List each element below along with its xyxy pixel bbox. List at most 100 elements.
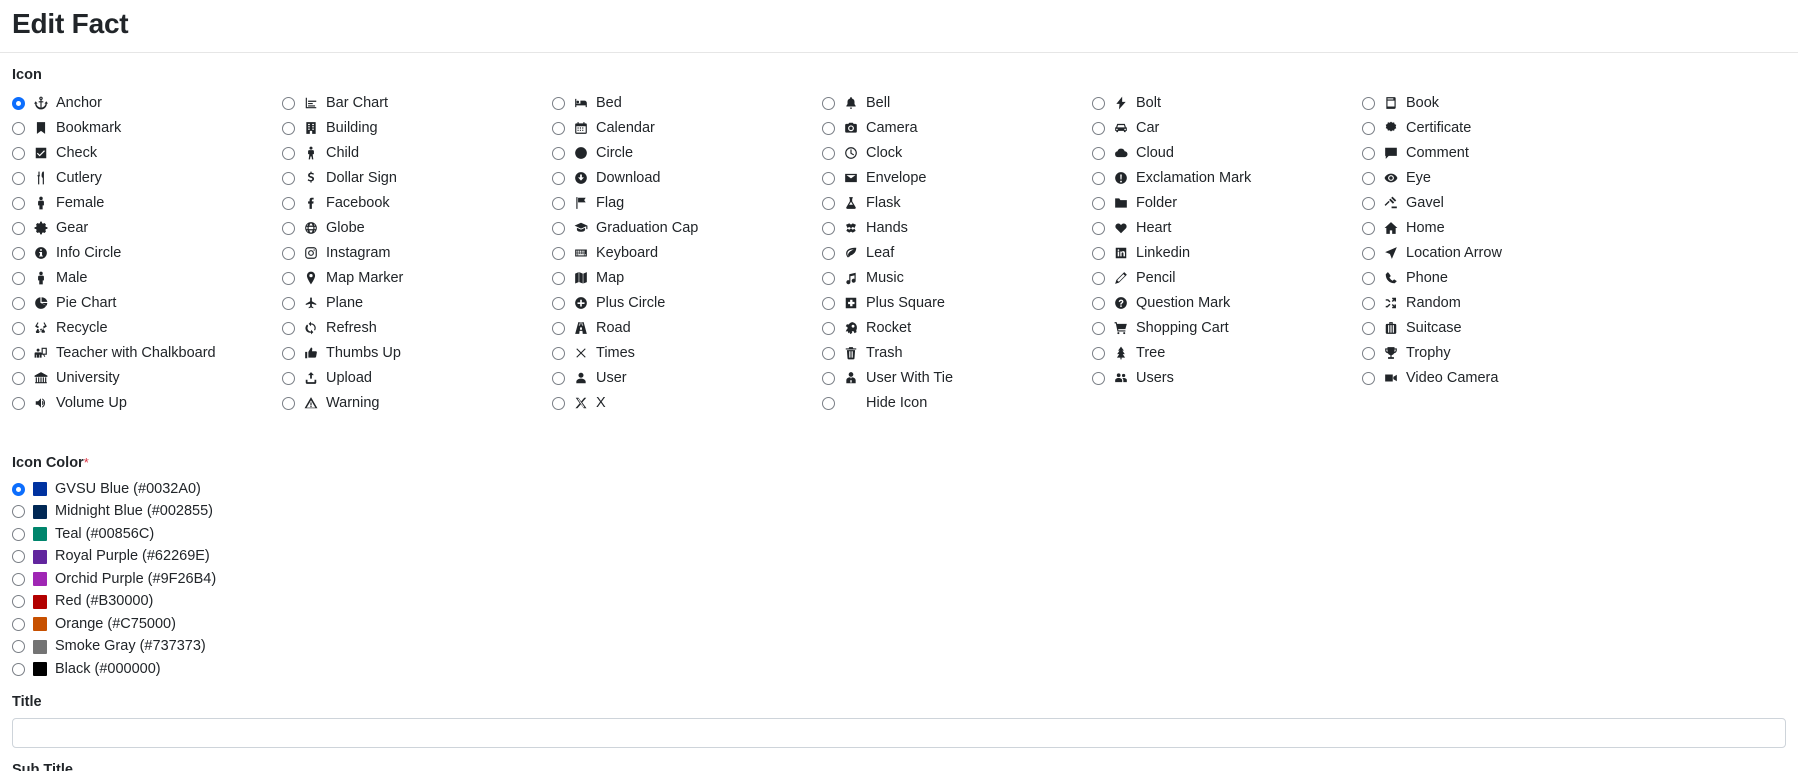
icon-color-option-row[interactable]: Royal Purple (#62269E) — [12, 545, 1786, 568]
icon-option-radio[interactable] — [822, 96, 835, 110]
icon-color-option-radio[interactable] — [12, 662, 25, 676]
icon-option-row[interactable]: Keyboard — [552, 241, 822, 266]
icon-option-radio[interactable] — [12, 396, 25, 410]
icon-option-radio[interactable] — [1092, 146, 1105, 160]
icon-option-radio[interactable] — [1362, 96, 1375, 110]
icon-option-radio[interactable] — [282, 371, 295, 385]
icon-option-row[interactable]: Dollar Sign — [282, 166, 552, 191]
icon-color-option-radio[interactable] — [12, 527, 25, 541]
icon-option-radio[interactable] — [822, 121, 835, 135]
icon-option-radio[interactable] — [282, 396, 295, 410]
icon-option-row[interactable]: Shopping Cart — [1092, 316, 1362, 341]
icon-option-radio[interactable] — [12, 121, 25, 135]
icon-option-row[interactable]: Plus Square — [822, 291, 1092, 316]
icon-option-row[interactable]: Globe — [282, 216, 552, 241]
icon-option-radio[interactable] — [1092, 196, 1105, 210]
icon-color-option-radio[interactable] — [12, 505, 25, 519]
icon-option-radio[interactable] — [1362, 171, 1375, 185]
icon-color-option-row[interactable]: Red (#B30000) — [12, 590, 1786, 613]
icon-option-radio[interactable] — [822, 196, 835, 210]
icon-option-row[interactable]: University — [12, 366, 282, 391]
icon-option-row[interactable]: Tree — [1092, 341, 1362, 366]
icon-color-option-radio[interactable] — [12, 595, 25, 609]
icon-option-radio[interactable] — [282, 271, 295, 285]
icon-option-row[interactable]: Plane — [282, 291, 552, 316]
icon-option-row[interactable]: Certificate — [1362, 116, 1632, 141]
icon-option-row[interactable]: Instagram — [282, 241, 552, 266]
icon-option-radio[interactable] — [282, 246, 295, 260]
icon-option-row[interactable]: Download — [552, 166, 822, 191]
icon-color-option-row[interactable]: GVSU Blue (#0032A0) — [12, 478, 1786, 501]
icon-option-row[interactable]: Male — [12, 266, 282, 291]
icon-option-radio[interactable] — [282, 346, 295, 360]
icon-color-option-radio[interactable] — [12, 640, 25, 654]
icon-option-row[interactable]: Random — [1362, 291, 1632, 316]
icon-option-row[interactable]: Map Marker — [282, 266, 552, 291]
icon-option-radio[interactable] — [282, 196, 295, 210]
icon-option-radio[interactable] — [1092, 346, 1105, 360]
icon-option-row[interactable]: Envelope — [822, 166, 1092, 191]
icon-option-row[interactable]: Road — [552, 316, 822, 341]
icon-option-row[interactable]: Check — [12, 141, 282, 166]
icon-option-row[interactable]: User — [552, 366, 822, 391]
icon-option-radio[interactable] — [1362, 271, 1375, 285]
icon-option-row[interactable]: Cloud — [1092, 141, 1362, 166]
icon-option-row[interactable]: Gear — [12, 216, 282, 241]
icon-option-row[interactable]: Cutlery — [12, 166, 282, 191]
icon-option-radio[interactable] — [1092, 96, 1105, 110]
icon-option-radio[interactable] — [1362, 371, 1375, 385]
icon-color-option-radio[interactable] — [12, 482, 25, 496]
icon-option-row[interactable]: Teacher with Chalkboard — [12, 341, 282, 366]
icon-option-radio[interactable] — [552, 246, 565, 260]
icon-option-row[interactable]: Upload — [282, 366, 552, 391]
icon-option-radio[interactable] — [552, 296, 565, 310]
icon-option-radio[interactable] — [1092, 271, 1105, 285]
icon-option-row[interactable]: Female — [12, 191, 282, 216]
icon-option-radio[interactable] — [1092, 246, 1105, 260]
icon-option-row[interactable]: Anchor — [12, 91, 282, 116]
icon-option-radio[interactable] — [552, 321, 565, 335]
icon-option-row[interactable]: Pie Chart — [12, 291, 282, 316]
icon-color-option-row[interactable]: Orchid Purple (#9F26B4) — [12, 568, 1786, 591]
icon-option-row[interactable]: X — [552, 391, 822, 416]
icon-option-row[interactable]: Gavel — [1362, 191, 1632, 216]
icon-option-radio[interactable] — [822, 371, 835, 385]
icon-option-row[interactable]: Refresh — [282, 316, 552, 341]
icon-option-row[interactable]: Bookmark — [12, 116, 282, 141]
icon-option-radio[interactable] — [1362, 146, 1375, 160]
icon-option-row[interactable]: Folder — [1092, 191, 1362, 216]
icon-option-row[interactable]: Flag — [552, 191, 822, 216]
icon-option-row[interactable]: Rocket — [822, 316, 1092, 341]
icon-option-radio[interactable] — [282, 96, 295, 110]
icon-option-radio[interactable] — [822, 321, 835, 335]
icon-option-radio[interactable] — [1092, 296, 1105, 310]
icon-option-row[interactable]: Warning — [282, 391, 552, 416]
icon-option-radio[interactable] — [1092, 121, 1105, 135]
icon-option-row[interactable]: Thumbs Up — [282, 341, 552, 366]
icon-option-radio[interactable] — [12, 296, 25, 310]
icon-option-row[interactable]: Bolt — [1092, 91, 1362, 116]
icon-option-row[interactable]: Eye — [1362, 166, 1632, 191]
icon-option-radio[interactable] — [12, 271, 25, 285]
icon-option-radio[interactable] — [1362, 296, 1375, 310]
icon-radio-group[interactable]: Anchor Bookmark Check Cutlery Female Gear Info… — [12, 91, 1786, 441]
icon-option-radio[interactable] — [12, 321, 25, 335]
icon-color-option-radio[interactable] — [12, 550, 25, 564]
icon-option-row[interactable]: Users — [1092, 366, 1362, 391]
icon-option-row[interactable]: Bed — [552, 91, 822, 116]
icon-color-option-row[interactable]: Smoke Gray (#737373) — [12, 635, 1786, 658]
icon-option-radio[interactable] — [282, 146, 295, 160]
icon-option-radio[interactable] — [1362, 221, 1375, 235]
icon-option-radio[interactable] — [1092, 371, 1105, 385]
icon-color-option-row[interactable]: Teal (#00856C) — [12, 523, 1786, 546]
icon-option-row[interactable]: Pencil — [1092, 266, 1362, 291]
icon-option-radio[interactable] — [1362, 321, 1375, 335]
icon-option-radio[interactable] — [822, 146, 835, 160]
icon-option-row[interactable]: Facebook — [282, 191, 552, 216]
icon-option-radio[interactable] — [822, 396, 835, 410]
icon-option-radio[interactable] — [1362, 246, 1375, 260]
icon-option-radio[interactable] — [12, 196, 25, 210]
icon-option-row[interactable]: Hide Icon — [822, 391, 1092, 416]
icon-color-option-row[interactable]: Orange (#C75000) — [12, 613, 1786, 636]
icon-color-option-radio[interactable] — [12, 617, 25, 631]
